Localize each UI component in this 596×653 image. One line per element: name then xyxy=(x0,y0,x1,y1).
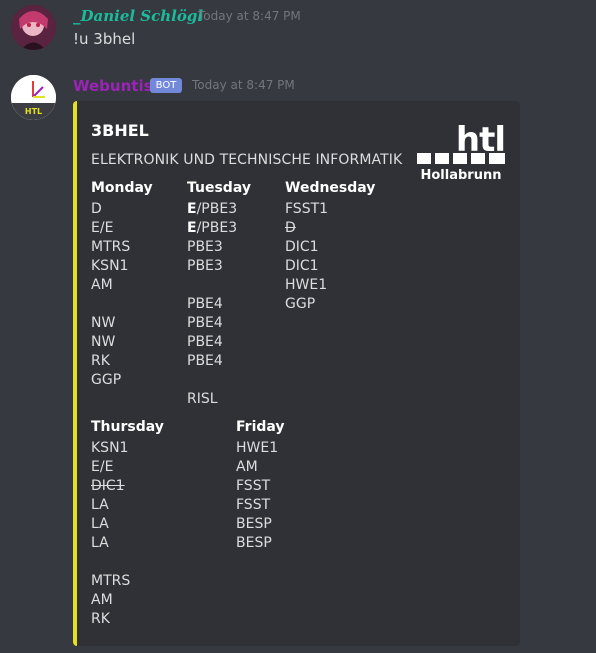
htl-logo: htl Hollabrunn xyxy=(415,117,507,183)
author-name[interactable]: _Daniel Schlögl xyxy=(73,7,203,25)
lesson: AM xyxy=(91,592,113,608)
lesson: MTRS xyxy=(91,573,131,589)
lesson: FSST xyxy=(236,497,271,513)
bot-name[interactable]: Webuntis xyxy=(73,77,153,95)
lesson: RK xyxy=(91,353,110,369)
timestamp-bot: Today at 8:47 PM xyxy=(192,78,295,92)
lesson xyxy=(91,553,164,572)
embed-description: ELEKTRONIK UND TECHNISCHE INFORMATIK xyxy=(91,152,403,168)
lesson xyxy=(91,295,153,314)
lesson: RK xyxy=(91,611,110,627)
bot-avatar[interactable]: HTL xyxy=(11,75,56,120)
lesson: LA xyxy=(91,516,109,532)
lesson: D xyxy=(91,201,102,217)
lesson: AM xyxy=(236,459,258,475)
lesson: PBE3 xyxy=(187,239,223,255)
logo-subtext: Hollabrunn xyxy=(421,168,502,181)
lesson: AM xyxy=(91,277,113,293)
lesson: KSN1 xyxy=(91,258,129,274)
lesson-cancelled: DIC1 xyxy=(91,478,125,494)
lesson: LA xyxy=(91,535,109,551)
lesson: FSST xyxy=(236,478,271,494)
field-name: Friday xyxy=(236,419,285,435)
lesson: PBE4 xyxy=(187,296,223,312)
lesson: DIC1 xyxy=(285,258,319,274)
lesson: E/PBE3 xyxy=(187,201,238,217)
lesson: NW xyxy=(91,334,116,350)
embed-card: 3BHEL ELEKTRONIK UND TECHNISCHE INFORMAT… xyxy=(73,101,520,646)
lesson xyxy=(187,276,251,295)
lesson xyxy=(187,371,251,390)
lesson: E/E xyxy=(91,459,114,475)
avatar-label: HTL xyxy=(25,107,42,116)
bot-badge: BOT xyxy=(150,78,182,93)
field-monday: Monday D E/E MTRS KSN1 AM NW NW RK GGP xyxy=(91,179,153,390)
field-name: Monday xyxy=(91,180,153,196)
lesson: FSST1 xyxy=(285,201,329,217)
lesson: MTRS xyxy=(91,239,131,255)
lesson: PBE4 xyxy=(187,334,223,350)
lesson: KSN1 xyxy=(91,440,129,456)
timestamp: Today at 8:47 PM xyxy=(198,9,301,23)
lesson: GGP xyxy=(91,372,122,388)
lesson: PBE4 xyxy=(187,315,223,331)
lesson: E/E xyxy=(91,220,114,236)
user-avatar[interactable] xyxy=(11,5,56,50)
message-text: !u 3bhel xyxy=(73,30,136,48)
lesson: LA xyxy=(91,497,109,513)
lesson: E/PBE3 xyxy=(187,220,238,236)
lesson: BESP xyxy=(236,535,272,551)
field-name: Thursday xyxy=(91,419,164,435)
lesson: DIC1 xyxy=(285,239,319,255)
lesson: NW xyxy=(91,315,116,331)
lesson: HWE1 xyxy=(285,277,328,293)
field-wednesday: Wednesday FSST1 D DIC1 DIC1 HWE1 GGP xyxy=(285,179,375,314)
lesson: HWE1 xyxy=(236,440,279,456)
lesson: BESP xyxy=(236,516,272,532)
embed-title: 3BHEL xyxy=(91,121,149,140)
lesson-cancelled: D xyxy=(285,220,296,236)
field-friday: Friday HWE1 AM FSST FSST BESP BESP xyxy=(236,418,285,553)
lesson: RISL xyxy=(187,391,218,407)
field-tuesday: Tuesday E/PBE3 E/PBE3 PBE3 PBE3 PBE4 PBE… xyxy=(187,179,251,409)
field-name: Tuesday xyxy=(187,180,251,196)
lesson: PBE4 xyxy=(187,353,223,369)
field-name: Wednesday xyxy=(285,180,376,196)
lesson: PBE3 xyxy=(187,258,223,274)
field-thursday: Thursday KSN1 E/E DIC1 LA LA LA MTRS AM … xyxy=(91,418,164,629)
lesson: GGP xyxy=(285,296,316,312)
